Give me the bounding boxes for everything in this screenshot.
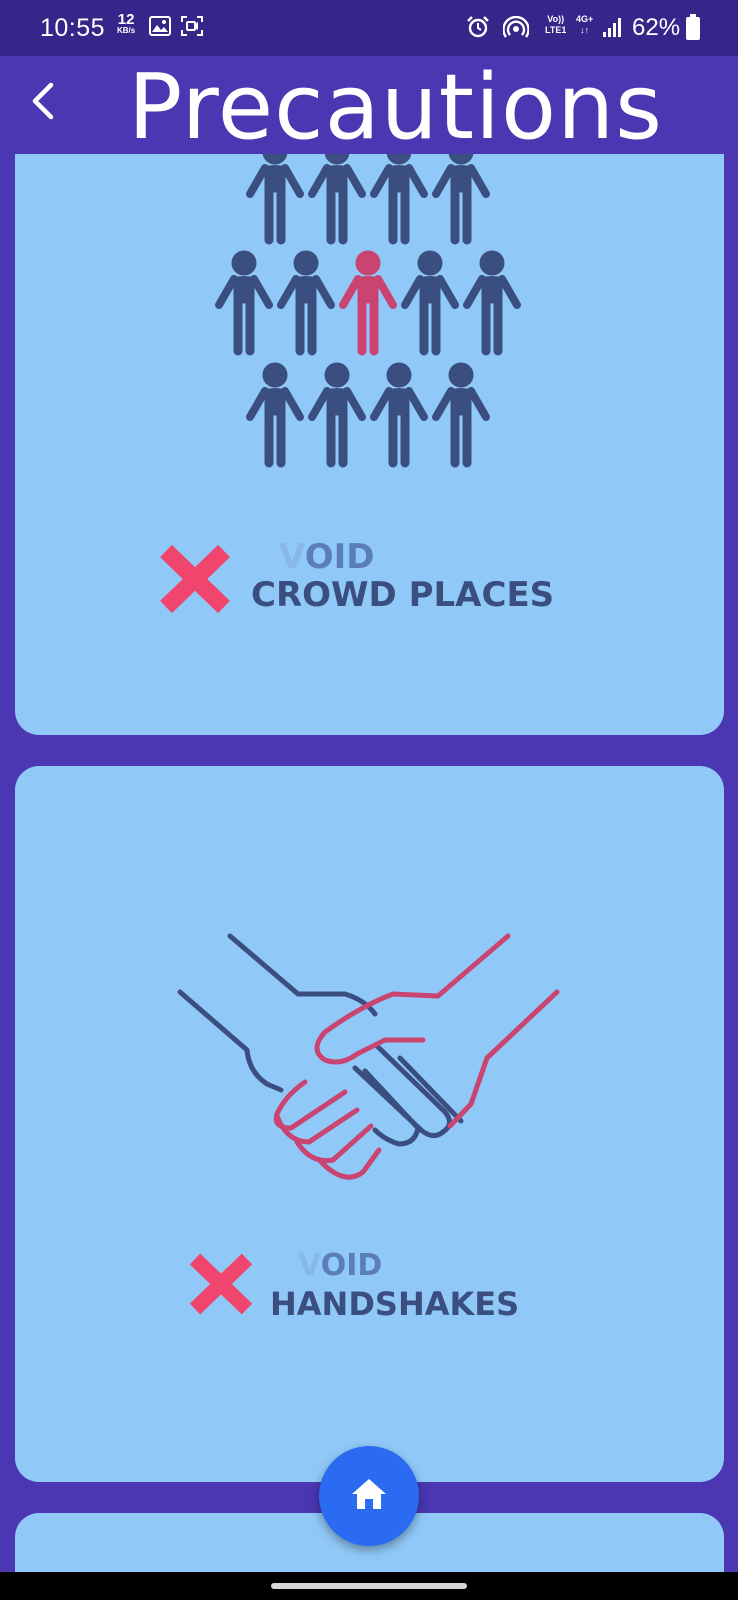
status-time: 10:55 bbox=[40, 14, 106, 42]
network-type-label: 4G+ bbox=[576, 14, 594, 24]
battery-icon bbox=[686, 14, 700, 45]
network-speed-unit: KB/s bbox=[117, 26, 136, 35]
label-line1: OID bbox=[304, 537, 375, 577]
volte-indicator: Vo)) LTE1 bbox=[545, 14, 566, 36]
page-title: Precautions bbox=[128, 55, 664, 160]
precaution-label: VOID HANDSHAKES bbox=[270, 1248, 519, 1324]
x-mark-icon bbox=[187, 1251, 255, 1322]
network-activity-arrows: ↓↑ bbox=[580, 25, 590, 35]
hotspot-icon bbox=[502, 15, 530, 43]
lte-label: LTE1 bbox=[545, 25, 567, 35]
handshake-icon bbox=[15, 766, 724, 1221]
system-nav-bar bbox=[0, 1572, 738, 1600]
precaution-card-handshake[interactable]: VOID HANDSHAKES bbox=[15, 766, 724, 1482]
label-faded-letter: V bbox=[298, 1248, 321, 1283]
precaution-card-crowd[interactable]: VOID CROWD PLACES bbox=[15, 110, 724, 735]
home-button[interactable] bbox=[319, 1446, 419, 1546]
back-button[interactable] bbox=[20, 78, 64, 128]
network-speed-value: 12 bbox=[117, 11, 135, 28]
network-speed: 12 KB/s bbox=[117, 11, 136, 36]
alarm-icon bbox=[466, 16, 490, 43]
crowd-people-icon bbox=[15, 110, 724, 515]
precaution-label: VOID CROWD PLACES bbox=[251, 539, 554, 615]
chevron-left-icon bbox=[29, 82, 55, 125]
app-bar: Precautions bbox=[0, 56, 738, 158]
label-faded-letter: V bbox=[279, 537, 305, 577]
home-icon bbox=[350, 1477, 388, 1516]
label-line2: CROWD PLACES bbox=[251, 575, 555, 615]
label-line2: HANDSHAKES bbox=[270, 1285, 520, 1323]
screen-record-icon bbox=[181, 16, 203, 41]
label-line1: OID bbox=[320, 1248, 383, 1283]
gallery-icon bbox=[149, 16, 171, 41]
signal-icon bbox=[602, 18, 622, 43]
battery-percent: 62% bbox=[632, 14, 681, 41]
status-bar: 10:55 12 KB/s Vo)) LTE1 4G+ ↓↑ 62% bbox=[0, 0, 738, 56]
network-type-indicator: 4G+ ↓↑ bbox=[576, 14, 593, 36]
x-mark-icon bbox=[158, 543, 232, 620]
volte-label: Vo)) bbox=[547, 14, 565, 24]
gesture-handle[interactable] bbox=[271, 1583, 467, 1589]
